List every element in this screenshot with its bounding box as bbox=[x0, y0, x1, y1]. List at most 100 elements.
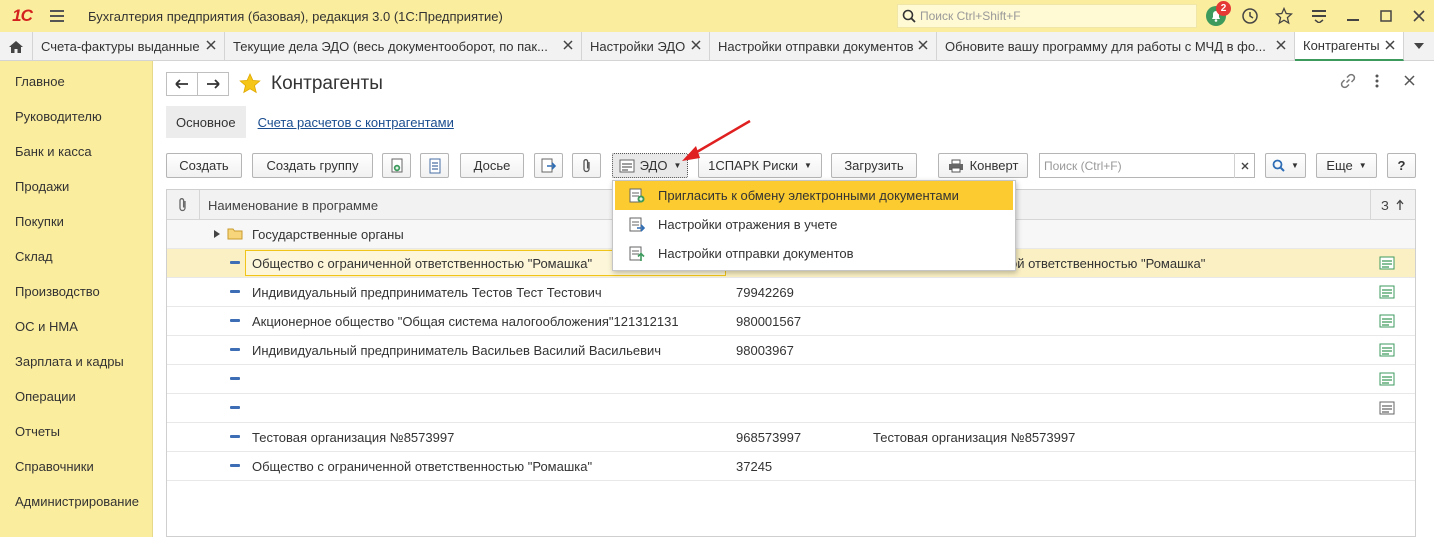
annotation-arrow-icon bbox=[682, 119, 751, 161]
envelope-label: Конверт bbox=[969, 158, 1019, 173]
table-row[interactable]: Индивидуальный предприниматель Тестов Те… bbox=[167, 278, 1415, 307]
sidebar-item-salary[interactable]: Зарплата и кадры bbox=[0, 341, 152, 376]
search-options-button[interactable]: ▼ bbox=[1265, 153, 1306, 178]
close-icon[interactable] bbox=[206, 40, 216, 50]
minimize-icon[interactable] bbox=[1342, 5, 1364, 27]
row-full-name: Тестовая организация №8573997 bbox=[873, 430, 1076, 445]
sidebar-item-admin[interactable]: Администрирование bbox=[0, 481, 152, 516]
favorite-star-icon[interactable] bbox=[239, 73, 261, 95]
close-icon[interactable] bbox=[918, 40, 928, 50]
maximize-icon[interactable] bbox=[1375, 5, 1397, 27]
edo-status-icon bbox=[1379, 343, 1395, 357]
search-clear-button[interactable] bbox=[1234, 153, 1255, 178]
table-row[interactable] bbox=[167, 394, 1415, 423]
copy-button[interactable] bbox=[382, 153, 411, 178]
tab-send-settings[interactable]: Настройки отправки документов bbox=[710, 32, 937, 61]
attach-file-button[interactable] bbox=[572, 153, 601, 178]
close-form-icon[interactable] bbox=[1404, 75, 1415, 86]
settings-menu-icon[interactable] bbox=[1308, 5, 1330, 27]
create-button[interactable]: Создать bbox=[166, 153, 242, 178]
sidebar-item-warehouse[interactable]: Склад bbox=[0, 236, 152, 271]
sidebar-item-reports[interactable]: Отчеты bbox=[0, 411, 152, 446]
paperclip-icon bbox=[582, 158, 590, 172]
sidebar-item-sales[interactable]: Продажи bbox=[0, 166, 152, 201]
form-area: Контрагенты Основное Счета расчетов с ко… bbox=[154, 61, 1434, 537]
edo-status-icon bbox=[1379, 372, 1395, 386]
copy-document-icon bbox=[391, 158, 402, 172]
item-marker-icon bbox=[230, 464, 240, 467]
sidebar-item-fixed-assets[interactable]: ОС и НМА bbox=[0, 306, 152, 341]
chevron-down-icon: ▼ bbox=[1358, 161, 1367, 170]
home-icon bbox=[9, 40, 23, 53]
load-button[interactable]: Загрузить bbox=[831, 153, 917, 178]
link-icon[interactable] bbox=[1340, 73, 1356, 89]
global-search-input[interactable]: Поиск Ctrl+Shift+F bbox=[897, 4, 1197, 28]
table-row[interactable]: Тестовая организация №8573997 968573997 … bbox=[167, 423, 1415, 452]
main-menu-icon[interactable] bbox=[44, 0, 70, 32]
attachment-column-header[interactable] bbox=[167, 190, 200, 220]
menu-item-accounting-settings[interactable]: Настройки отражения в учете bbox=[615, 210, 1013, 239]
list-icon bbox=[429, 158, 440, 173]
table-row[interactable]: Акционерное общество "Общая система нало… bbox=[167, 307, 1415, 336]
row-name: Общество с ограниченной ответственностью… bbox=[252, 256, 593, 271]
table-row[interactable] bbox=[167, 365, 1415, 394]
logo-text: 1С bbox=[12, 6, 33, 25]
dossier-button[interactable]: Досье bbox=[460, 153, 524, 178]
tab-invoices-issued[interactable]: Счета-фактуры выданные bbox=[33, 32, 225, 61]
menu-item-invite-edo[interactable]: Пригласить к обмену электронными докумен… bbox=[615, 181, 1013, 210]
chevron-down-icon: ▼ bbox=[803, 161, 812, 170]
sort-column-label: З bbox=[1381, 197, 1389, 213]
list-search-input[interactable]: Поиск (Ctrl+F) bbox=[1039, 153, 1255, 178]
sidebar-item-bank[interactable]: Банк и касса bbox=[0, 131, 152, 166]
row-full-name: ой ответственностью "Ромашка" bbox=[1010, 256, 1206, 271]
envelope-button[interactable]: Конверт bbox=[938, 153, 1028, 178]
printer-icon bbox=[948, 159, 963, 172]
list-search-placeholder: Поиск (Ctrl+F) bbox=[1044, 158, 1122, 173]
subtab-settlement-accounts-link[interactable]: Счета расчетов с контрагентами bbox=[258, 115, 454, 130]
close-icon[interactable] bbox=[691, 40, 701, 50]
close-icon[interactable] bbox=[563, 40, 573, 50]
table-row[interactable]: Общество с ограниченной ответственностью… bbox=[167, 452, 1415, 481]
menu-item-send-settings[interactable]: Настройки отправки документов bbox=[615, 239, 1013, 268]
sidebar-item-catalogs[interactable]: Справочники bbox=[0, 446, 152, 481]
more-button[interactable]: Еще ▼ bbox=[1316, 153, 1377, 178]
sidebar-item-main[interactable]: Главное bbox=[0, 61, 152, 96]
global-search-placeholder: Поиск Ctrl+Shift+F bbox=[920, 9, 1021, 23]
tab-update-mchd[interactable]: Обновите вашу программу для работы с МЧД… bbox=[937, 32, 1295, 61]
tab-counterparties[interactable]: Контрагенты bbox=[1295, 32, 1404, 61]
subtab-main[interactable]: Основное bbox=[166, 106, 246, 138]
tab-label: Счета-фактуры выданные bbox=[41, 39, 200, 54]
sidebar-item-purchases[interactable]: Покупки bbox=[0, 201, 152, 236]
sidebar-item-production[interactable]: Производство bbox=[0, 271, 152, 306]
favorites-star-icon[interactable] bbox=[1273, 5, 1295, 27]
tab-edo-settings[interactable]: Настройки ЭДО bbox=[582, 32, 710, 61]
table-row[interactable]: Индивидуальный предприниматель Васильев … bbox=[167, 336, 1415, 365]
tabs-bar: Счета-фактуры выданные Текущие дела ЭДО … bbox=[0, 32, 1434, 61]
help-button[interactable]: ? bbox=[1387, 153, 1416, 178]
form-subtabs: Основное Счета расчетов с контрагентами bbox=[166, 106, 454, 138]
home-tab[interactable] bbox=[0, 32, 33, 61]
history-icon[interactable] bbox=[1239, 5, 1261, 27]
export-button[interactable] bbox=[534, 153, 563, 178]
row-inn: 980001567 bbox=[736, 314, 802, 329]
row-name: Общество с ограниченной ответственностью… bbox=[252, 459, 593, 474]
accounting-settings-icon bbox=[629, 217, 645, 232]
edo-button-label: ЭДО bbox=[639, 158, 668, 173]
close-window-icon[interactable] bbox=[1408, 5, 1430, 27]
create-group-button[interactable]: Создать группу bbox=[252, 153, 373, 178]
sidebar-item-operations[interactable]: Операции bbox=[0, 376, 152, 411]
close-icon[interactable] bbox=[1276, 40, 1286, 50]
name-column-header[interactable]: Наименование в программе bbox=[208, 198, 378, 213]
close-icon[interactable] bbox=[1385, 40, 1395, 50]
arrow-right-icon bbox=[207, 79, 220, 89]
expand-arrow-icon[interactable] bbox=[214, 230, 220, 238]
more-actions-icon[interactable] bbox=[1374, 73, 1380, 89]
menu-item-label: Настройки отражения в учете bbox=[658, 217, 838, 232]
list-view-button[interactable] bbox=[420, 153, 449, 178]
tab-edo-current-tasks[interactable]: Текущие дела ЭДО (весь документооборот, … bbox=[225, 32, 582, 61]
forward-button[interactable] bbox=[197, 72, 229, 96]
back-button[interactable] bbox=[166, 72, 198, 96]
tabs-more-button[interactable] bbox=[1404, 32, 1434, 60]
sort-column-header[interactable]: З bbox=[1370, 190, 1415, 220]
sidebar-item-manager[interactable]: Руководителю bbox=[0, 96, 152, 131]
